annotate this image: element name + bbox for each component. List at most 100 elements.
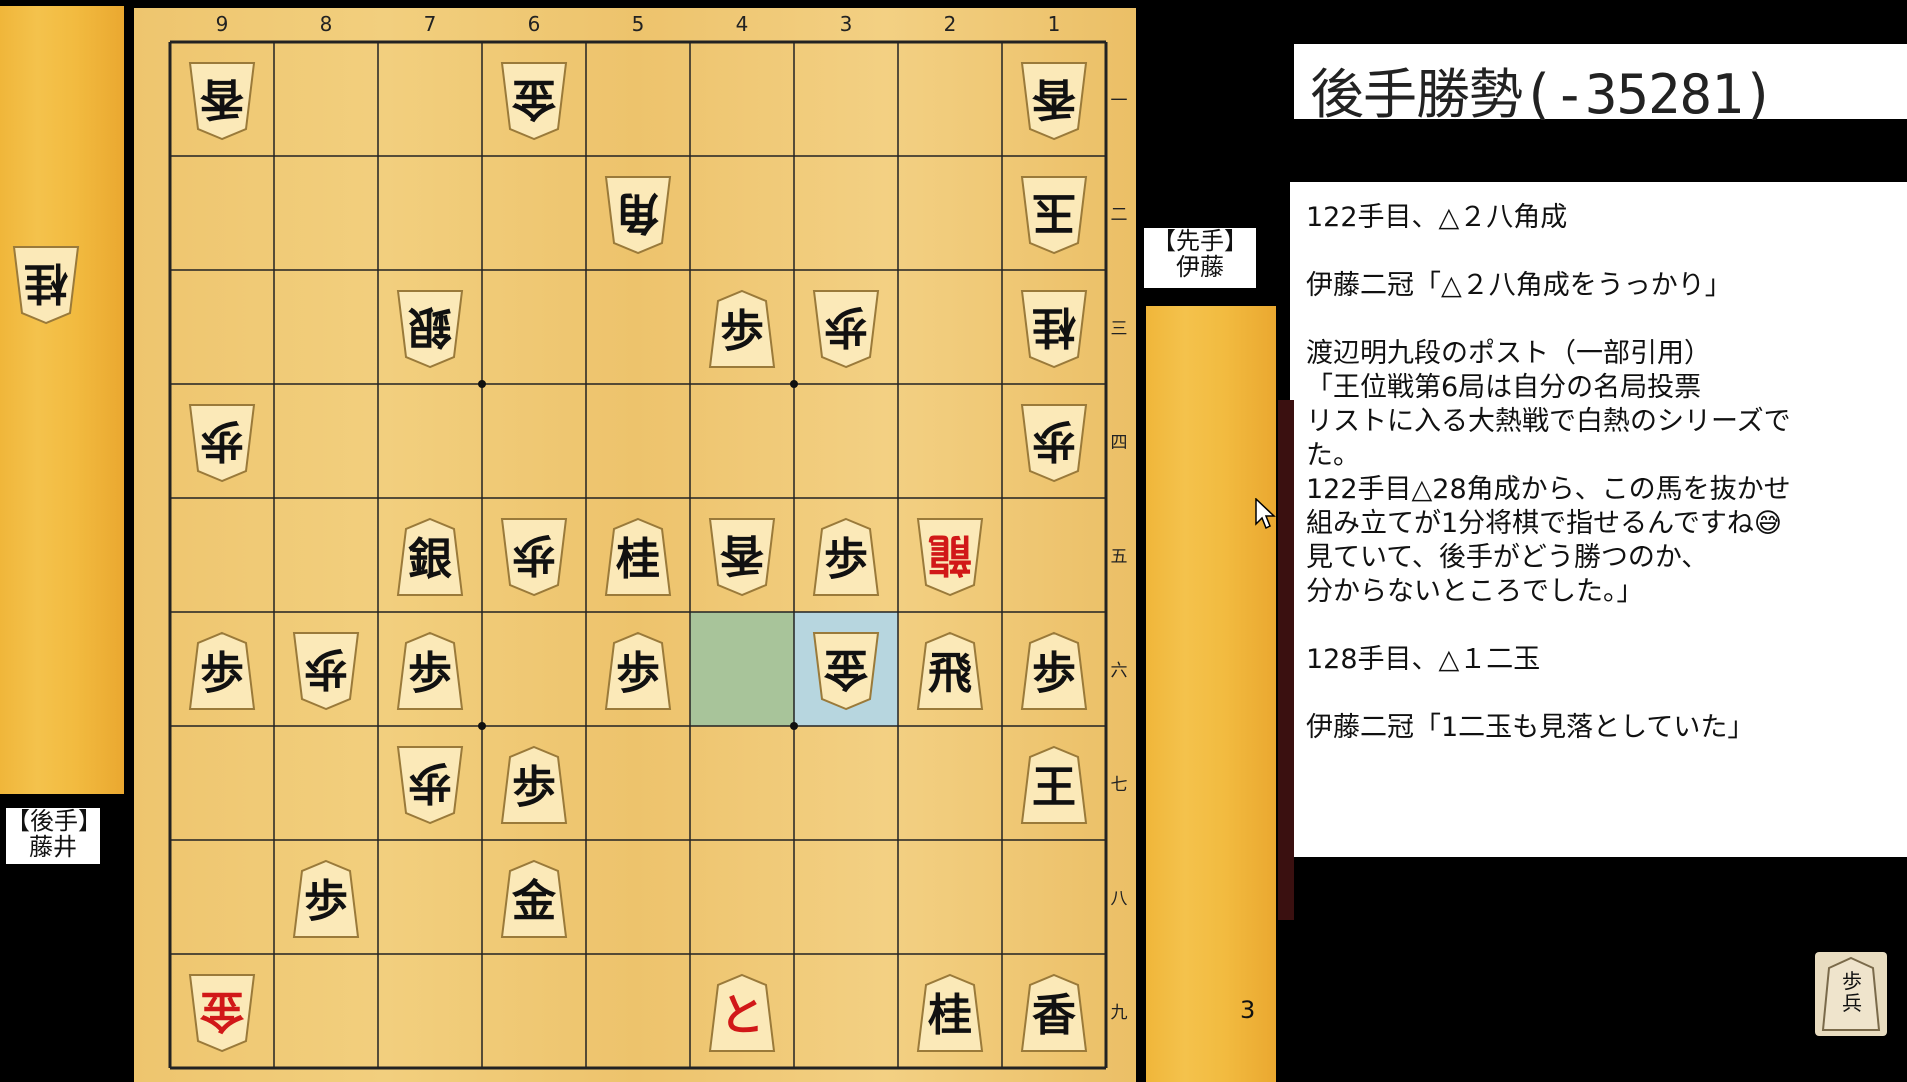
piece-character: 歩 [512,529,556,580]
piece-character: 歩 [1032,648,1076,699]
file-label: 5 [631,12,645,36]
board-piece[interactable]: 桂 [602,516,674,598]
board-piece[interactable]: 金 [498,60,570,142]
board-piece[interactable]: 金 [498,858,570,940]
corner-pawn-piece-icon: 歩兵 [1815,952,1887,1036]
panel-divider [1278,400,1294,920]
piece-character: 歩 [824,301,868,352]
piece-character: 歩 [304,876,348,927]
rank-label: 六 [1110,661,1128,681]
piece-character: 歩 [512,762,556,813]
commentary-panel: 122手目、△２八角成 伊藤二冠「△２八角成をうっかり」 渡辺明九段のポスト（一部引… [1290,182,1907,857]
board-piece[interactable]: 龍 [914,516,986,598]
piece-character: 香 [1032,990,1076,1041]
piece-character: 歩 [408,757,452,808]
piece-character: 歩 [720,306,764,357]
rank-label: 五 [1110,547,1128,567]
last-move-from-square [690,612,794,726]
board-piece[interactable]: 歩 [602,630,674,712]
board-piece[interactable]: 歩 [394,744,466,826]
sente-player-label: 【先手】 伊藤 [1144,228,1256,288]
board-piece[interactable]: 香 [1018,60,1090,142]
piece-character: 歩 [616,648,660,699]
rank-label: 一 [1110,91,1128,111]
commentary-line: た。 [1306,440,1360,471]
board-piece[interactable]: 歩 [186,402,258,484]
piece-character: 歩 [1032,415,1076,466]
file-label: 1 [1047,12,1061,36]
file-label: 3 [839,12,853,36]
corner-piece-label: 歩兵 [1842,969,1862,1015]
board-piece[interactable]: 歩 [290,858,362,940]
board-piece[interactable]: 歩 [810,288,882,370]
board-piece[interactable]: 玉 [1018,174,1090,256]
piece-character: 桂 [24,257,68,308]
piece-character: 飛 [928,648,972,699]
piece-character: 香 [200,73,244,124]
board-piece[interactable]: 歩 [290,630,362,712]
piece-character: 桂 [616,534,660,585]
commentary-line: 渡辺明九段のポスト（一部引用） [1306,338,1711,369]
board-piece[interactable]: 歩 [498,744,570,826]
file-label: 2 [943,12,957,36]
rank-label: 二 [1110,205,1128,225]
board-piece[interactable]: 香 [706,516,778,598]
board-piece[interactable]: 王 [1018,744,1090,826]
board-piece[interactable]: 金 [186,972,258,1054]
sente-player-name: 伊藤 [1176,253,1224,281]
commentary-line: 「王位戦第6局は自分の名局投票 [1306,372,1702,403]
commentary-line: リストに入る大熱戦で白熱のシリーズで [1306,406,1791,437]
piece-character: 王 [1032,762,1076,813]
rank-label: 三 [1110,319,1128,339]
board-piece[interactable]: と [706,972,778,1054]
board-piece[interactable]: 歩 [498,516,570,598]
board-piece[interactable]: 桂 [914,972,986,1054]
piece-character: 銀 [408,534,452,585]
file-label: 8 [319,12,333,36]
board-piece[interactable]: 桂 [1018,288,1090,370]
commentary-line: 分からないところでした。」 [1306,576,1644,607]
piece-character: 金 [200,985,244,1036]
piece-character: 歩 [408,648,452,699]
piece-character: 歩 [304,643,348,694]
commentary-line: 組み立てが1分将棋で指せるんですね😅 [1306,508,1782,539]
star-point [790,722,798,730]
sente-side-label: 【先手】 [1152,227,1248,255]
board-piece[interactable]: 香 [186,60,258,142]
piece-character: 龍 [928,529,972,580]
rank-label: 七 [1110,775,1128,795]
evaluation-text: 後手勝勢(-35281) [1310,63,1775,126]
board-piece[interactable]: 香 [1018,972,1090,1054]
board-piece[interactable]: 歩 [186,630,258,712]
rank-label: 八 [1110,889,1128,909]
sente-piece-stand [1146,306,1276,1082]
piece-character: 歩 [200,648,244,699]
board-piece[interactable]: 金 [810,630,882,712]
piece-character: 桂 [1032,301,1076,352]
gote-hand-piece[interactable]: 桂 [10,244,82,326]
piece-character: 歩 [824,534,868,585]
piece-character: と [720,990,764,1041]
piece-character: 角 [616,187,660,238]
board-piece[interactable]: 飛 [914,630,986,712]
commentary-line: 伊藤二冠「△２八角成をうっかり」 [1306,270,1732,301]
star-point [790,380,798,388]
board-piece[interactable]: 角 [602,174,674,256]
mouse-cursor-icon [1255,498,1276,530]
piece-character: 香 [1032,73,1076,124]
piece-character: 歩 [200,415,244,466]
board-piece[interactable]: 歩 [394,630,466,712]
piece-character: 金 [512,876,556,927]
piece-character: 金 [824,643,868,694]
evaluation-panel: 後手勝勢(-35281) [1294,44,1907,126]
board-piece[interactable]: 銀 [394,516,466,598]
board-piece[interactable]: 歩 [1018,630,1090,712]
board-piece[interactable]: 銀 [394,288,466,370]
piece-character: 玉 [1032,187,1076,238]
piece-character: 桂 [928,990,972,1041]
board-piece[interactable]: 歩 [810,516,882,598]
star-point [478,380,486,388]
rank-label: 四 [1110,433,1128,453]
board-piece[interactable]: 歩 [706,288,778,370]
board-piece[interactable]: 歩 [1018,402,1090,484]
